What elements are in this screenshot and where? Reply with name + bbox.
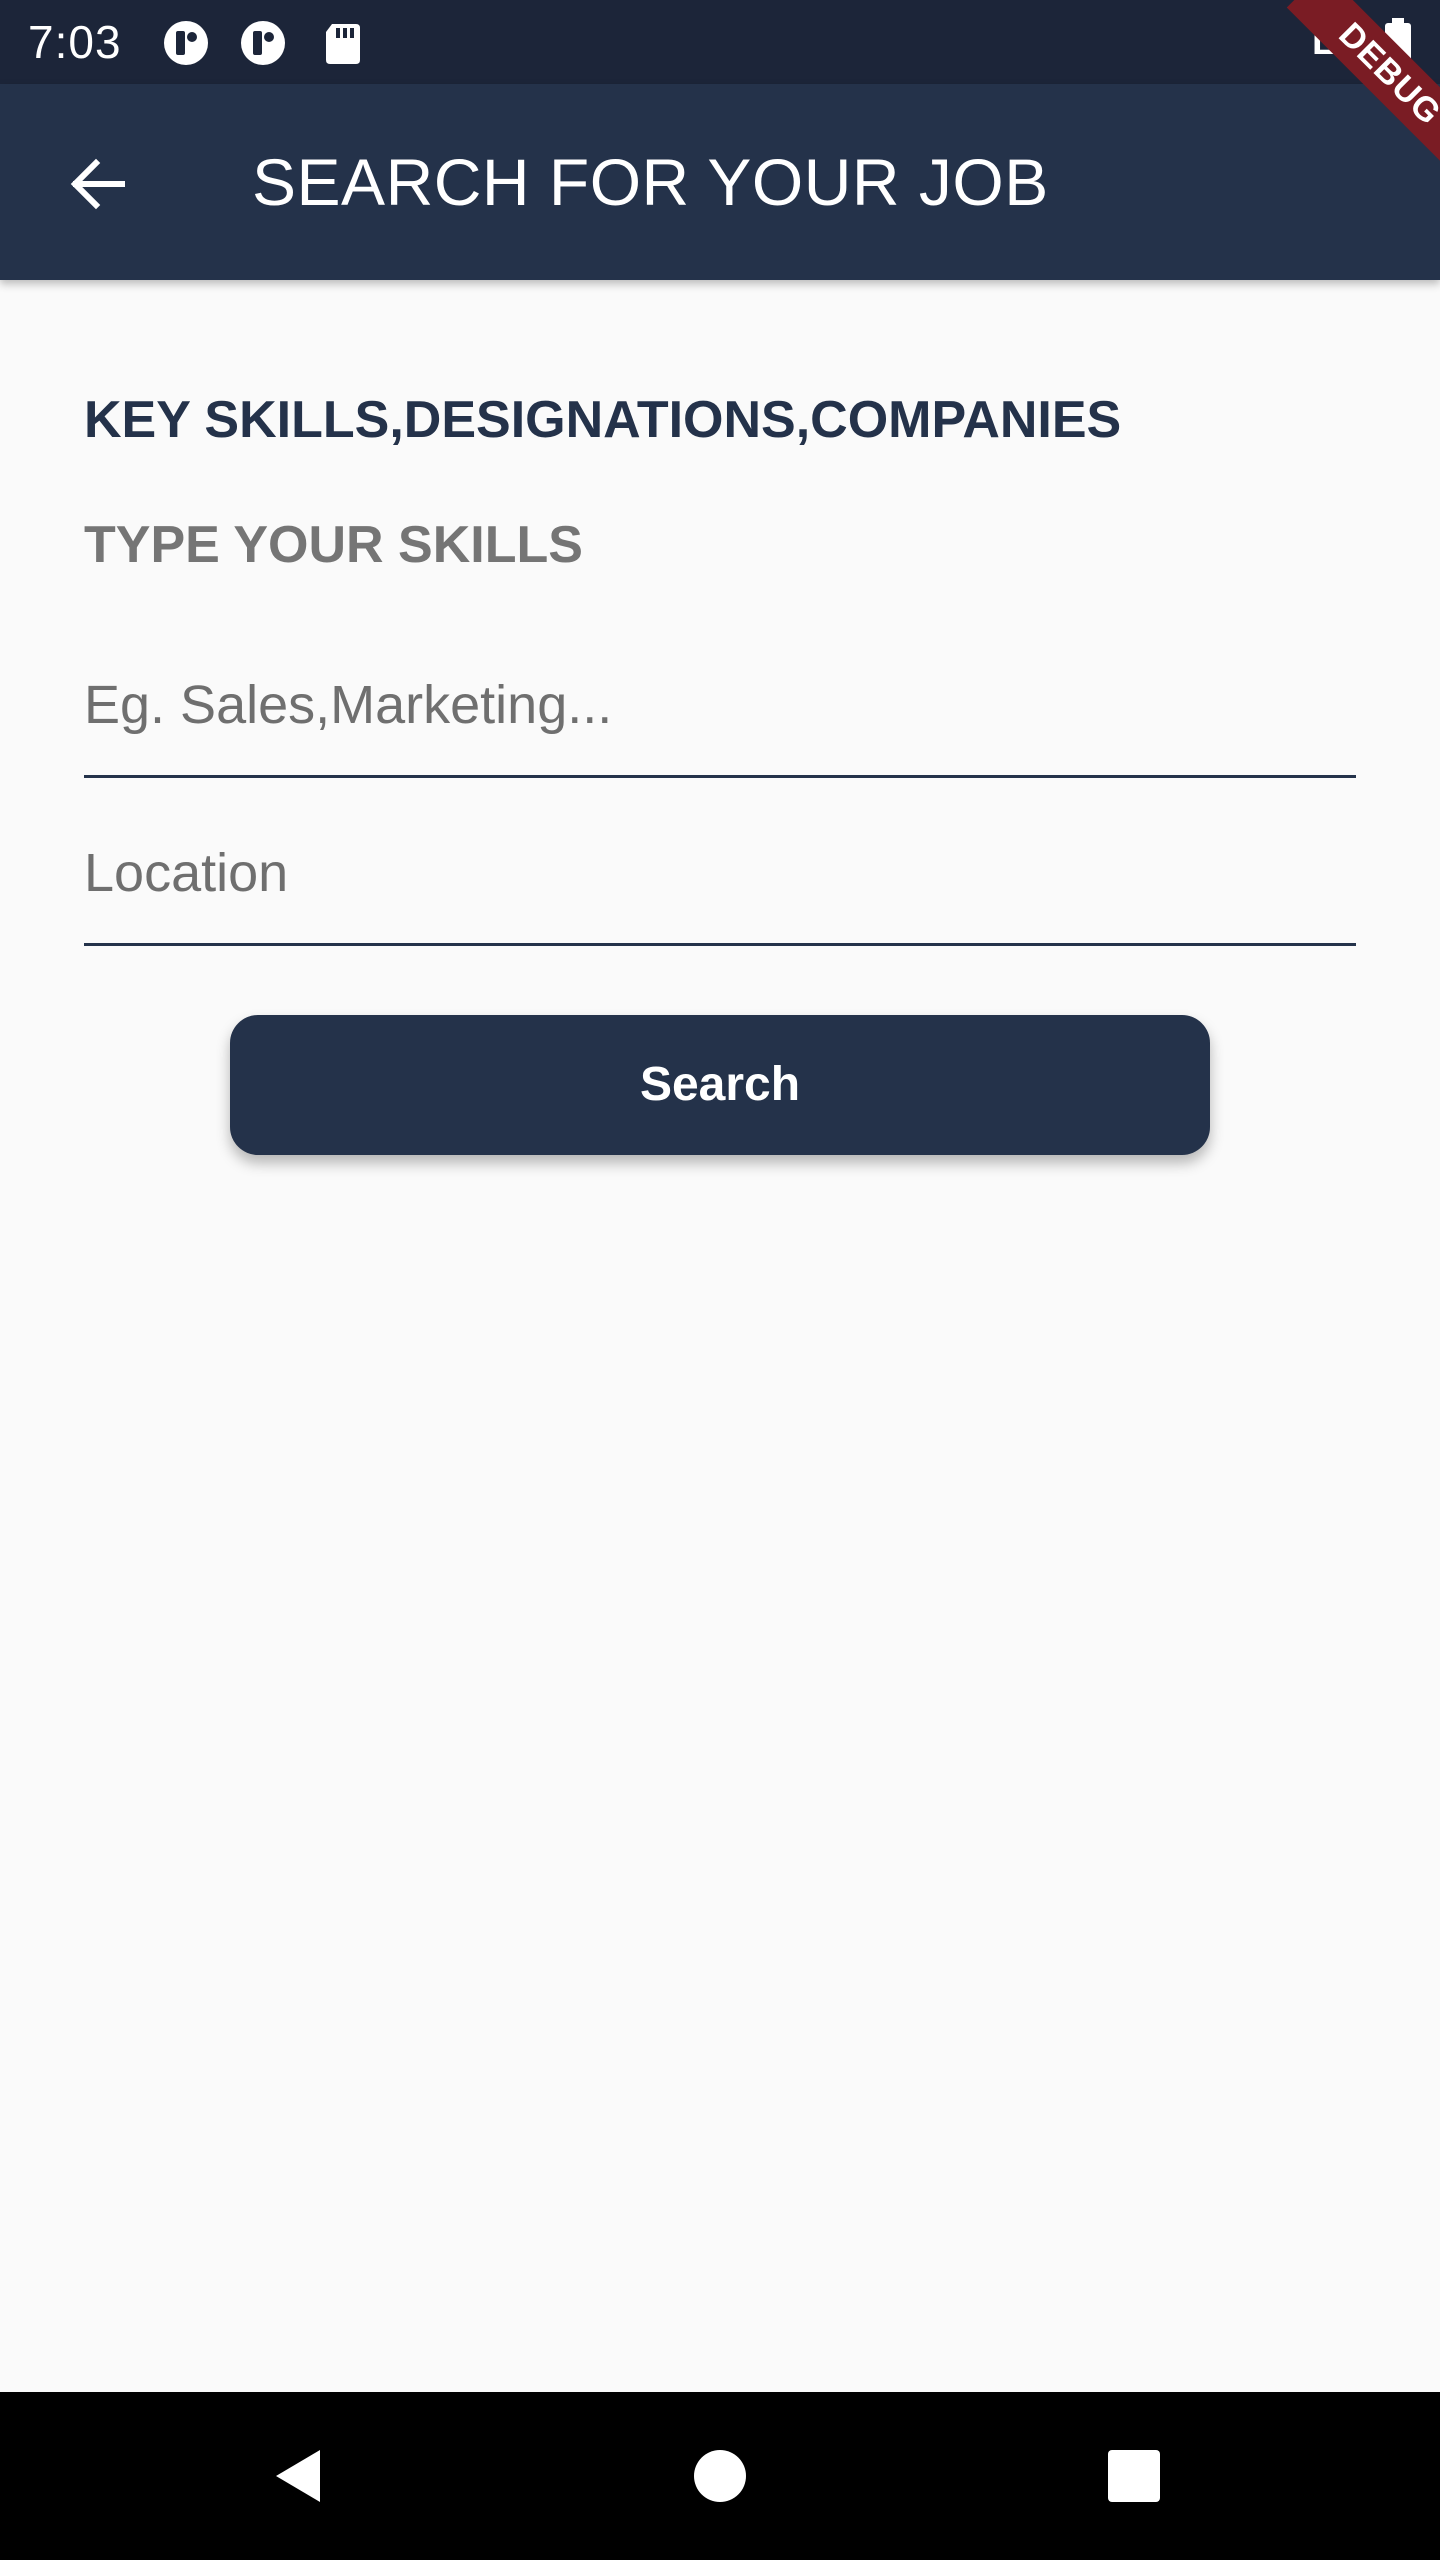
app-bar: SEARCH FOR YOUR JOB: [0, 84, 1440, 280]
arrow-back-icon: [70, 158, 125, 210]
location-field: [84, 813, 1356, 946]
nav-back-button[interactable]: [260, 2436, 340, 2516]
nav-recents-button[interactable]: [1094, 2436, 1174, 2516]
nav-bar: [0, 2392, 1440, 2560]
skills-field: [84, 645, 1356, 778]
page-title: SEARCH FOR YOUR JOB: [252, 145, 1049, 219]
back-button[interactable]: [56, 142, 140, 226]
search-button[interactable]: Search: [230, 1015, 1210, 1155]
nav-home-icon: [694, 2450, 746, 2502]
nav-recents-icon: [1108, 2450, 1160, 2502]
nav-back-icon: [276, 2450, 320, 2502]
nav-home-button[interactable]: [680, 2436, 760, 2516]
status-time: 7:03: [28, 16, 122, 68]
notification-app-icon: [241, 21, 285, 65]
skills-input[interactable]: [84, 645, 1356, 765]
section-subheading: TYPE YOUR SKILLS: [84, 516, 583, 574]
battery-icon: [1385, 18, 1411, 66]
signal-label: LTE: [1312, 21, 1381, 63]
section-heading: KEY SKILLS,DESIGNATIONS,COMPANIES: [84, 391, 1122, 449]
status-bar: 7:03 LTE: [0, 0, 1440, 84]
sd-card-icon: [326, 24, 360, 64]
location-input[interactable]: [84, 813, 1356, 933]
screen: 7:03 LTE SEARCH FOR YOUR JOB DEBUG KEY S…: [0, 0, 1440, 2560]
notification-app-icon: [164, 21, 208, 65]
